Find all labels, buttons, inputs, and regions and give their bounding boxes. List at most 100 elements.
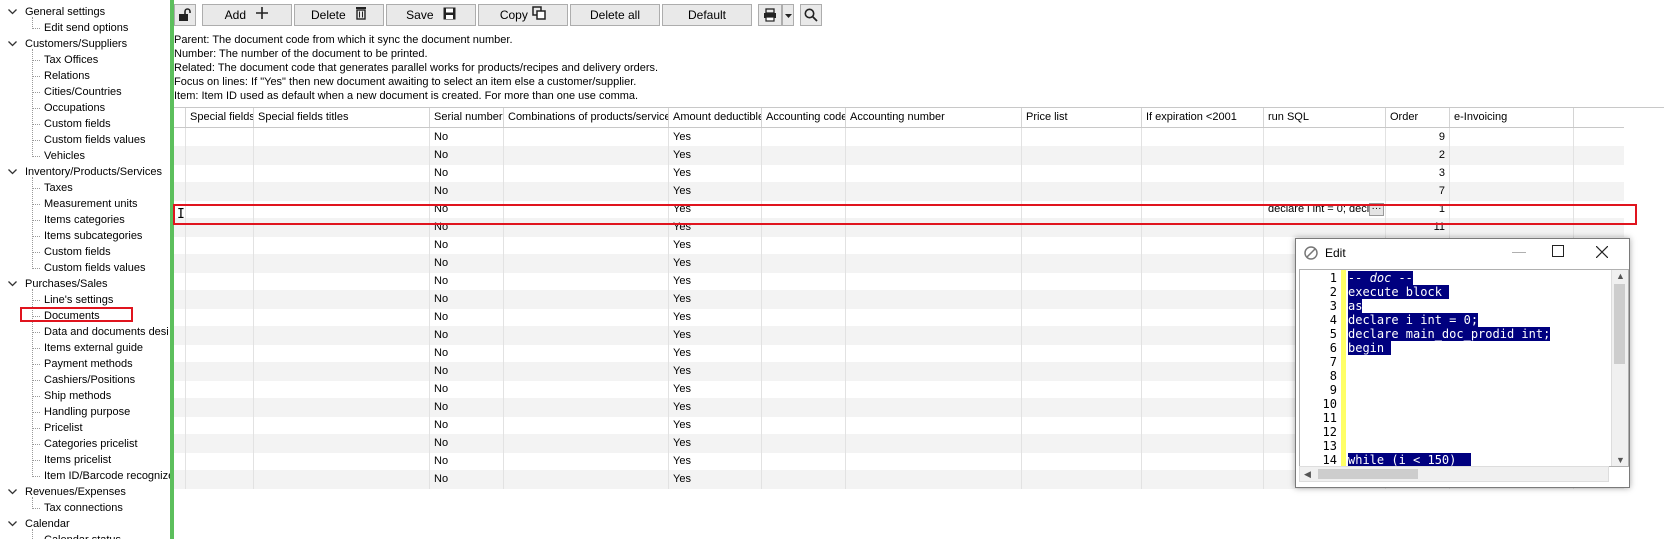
table-cell[interactable]: Yes: [669, 182, 762, 201]
chevron-down-icon[interactable]: [8, 516, 18, 533]
table-cell[interactable]: [1142, 452, 1264, 471]
table-cell[interactable]: [504, 182, 669, 201]
code-line[interactable]: -- doc --: [1348, 271, 1414, 285]
table-cell[interactable]: [254, 290, 430, 309]
table-cell[interactable]: [504, 236, 669, 255]
table-cell[interactable]: 7: [1386, 182, 1450, 201]
table-cell[interactable]: [1022, 326, 1142, 345]
table-cell[interactable]: [762, 434, 846, 453]
table-cell[interactable]: [254, 308, 430, 327]
table-cell[interactable]: [504, 290, 669, 309]
table-cell[interactable]: [1142, 470, 1264, 489]
table-cell[interactable]: No: [430, 326, 504, 345]
table-cell[interactable]: [254, 470, 430, 489]
table-cell[interactable]: [762, 254, 846, 273]
table-cell[interactable]: [846, 470, 1022, 489]
table-cell[interactable]: [174, 452, 186, 471]
print-dropdown-button[interactable]: [782, 4, 794, 26]
table-cell[interactable]: [174, 128, 186, 147]
column-header[interactable]: Combinations of products/services: [504, 108, 669, 127]
table-cell[interactable]: [254, 146, 430, 165]
chevron-down-icon[interactable]: [8, 484, 18, 501]
table-cell[interactable]: [504, 344, 669, 363]
minimize-icon[interactable]: —: [1512, 243, 1526, 259]
table-cell[interactable]: [1022, 128, 1142, 147]
table-cell[interactable]: [1142, 254, 1264, 273]
table-row[interactable]: No Yes 7: [174, 182, 1624, 201]
table-cell[interactable]: 2: [1386, 146, 1450, 165]
table-cell[interactable]: [1142, 416, 1264, 435]
table-cell[interactable]: [174, 272, 186, 291]
table-cell[interactable]: [504, 416, 669, 435]
table-cell[interactable]: [174, 326, 186, 345]
table-cell[interactable]: [254, 254, 430, 273]
table-cell[interactable]: No: [430, 308, 504, 327]
table-cell[interactable]: [1022, 344, 1142, 363]
table-cell[interactable]: [1264, 128, 1386, 147]
table-cell[interactable]: Yes: [669, 470, 762, 489]
table-cell[interactable]: [254, 182, 430, 201]
table-cell[interactable]: Yes: [669, 326, 762, 345]
table-cell[interactable]: [174, 308, 186, 327]
table-cell[interactable]: [254, 434, 430, 453]
table-cell[interactable]: [1022, 380, 1142, 399]
table-cell[interactable]: [186, 344, 254, 363]
table-cell[interactable]: [1450, 164, 1574, 183]
table-cell[interactable]: Yes: [669, 254, 762, 273]
sql-editor[interactable]: 1 2 3 4 5 6 7 8 9 10 11 12 13 14 -- doc -- execute blo…: [1299, 269, 1629, 467]
table-cell[interactable]: [846, 344, 1022, 363]
table-cell[interactable]: 3: [1386, 164, 1450, 183]
table-cell[interactable]: [846, 182, 1022, 201]
table-cell[interactable]: No: [430, 362, 504, 381]
table-cell[interactable]: [846, 272, 1022, 291]
table-cell[interactable]: No: [430, 254, 504, 273]
table-cell[interactable]: No: [430, 434, 504, 453]
table-cell[interactable]: [254, 326, 430, 345]
table-cell[interactable]: [254, 272, 430, 291]
code-line[interactable]: as: [1348, 299, 1363, 313]
code-line[interactable]: declare i int = 0;: [1348, 313, 1479, 327]
column-header[interactable]: Amount deductible: [669, 108, 762, 127]
table-cell[interactable]: Yes: [669, 146, 762, 165]
table-cell[interactable]: Yes: [669, 290, 762, 309]
code-line[interactable]: begin: [1348, 341, 1392, 355]
table-cell[interactable]: [186, 290, 254, 309]
column-header[interactable]: Special fields titles: [254, 108, 430, 127]
table-cell[interactable]: [1022, 452, 1142, 471]
table-cell[interactable]: [1142, 380, 1264, 399]
table-cell[interactable]: No: [430, 146, 504, 165]
table-cell[interactable]: [1264, 164, 1386, 183]
table-cell[interactable]: [846, 416, 1022, 435]
table-cell[interactable]: [1450, 182, 1574, 201]
table-cell[interactable]: [1142, 128, 1264, 147]
table-cell[interactable]: [1022, 398, 1142, 417]
table-cell[interactable]: [174, 290, 186, 309]
table-cell[interactable]: [1142, 182, 1264, 201]
chevron-down-icon[interactable]: [8, 164, 18, 181]
table-cell[interactable]: [1142, 434, 1264, 453]
editor-horizontal-scrollbar[interactable]: ◀: [1299, 466, 1609, 482]
table-cell[interactable]: [1022, 164, 1142, 183]
table-cell[interactable]: No: [430, 416, 504, 435]
table-cell[interactable]: [174, 164, 186, 183]
table-cell[interactable]: [504, 164, 669, 183]
table-cell[interactable]: [174, 416, 186, 435]
table-cell[interactable]: [846, 362, 1022, 381]
table-cell[interactable]: [186, 398, 254, 417]
table-row[interactable]: No Yes 2: [174, 146, 1624, 165]
table-cell[interactable]: [174, 344, 186, 363]
table-cell[interactable]: [762, 128, 846, 147]
table-cell[interactable]: [174, 470, 186, 489]
table-cell[interactable]: [1264, 182, 1386, 201]
column-header[interactable]: run SQL: [1264, 108, 1386, 127]
table-cell[interactable]: [762, 272, 846, 291]
table-cell[interactable]: [186, 470, 254, 489]
table-cell[interactable]: [762, 290, 846, 309]
table-row[interactable]: No Yes 9: [174, 128, 1624, 147]
print-button[interactable]: [758, 4, 782, 26]
close-icon[interactable]: [1595, 242, 1609, 261]
table-cell[interactable]: [846, 290, 1022, 309]
column-header[interactable]: If expiration <2001: [1142, 108, 1264, 127]
table-cell[interactable]: [186, 182, 254, 201]
table-cell[interactable]: [1022, 308, 1142, 327]
